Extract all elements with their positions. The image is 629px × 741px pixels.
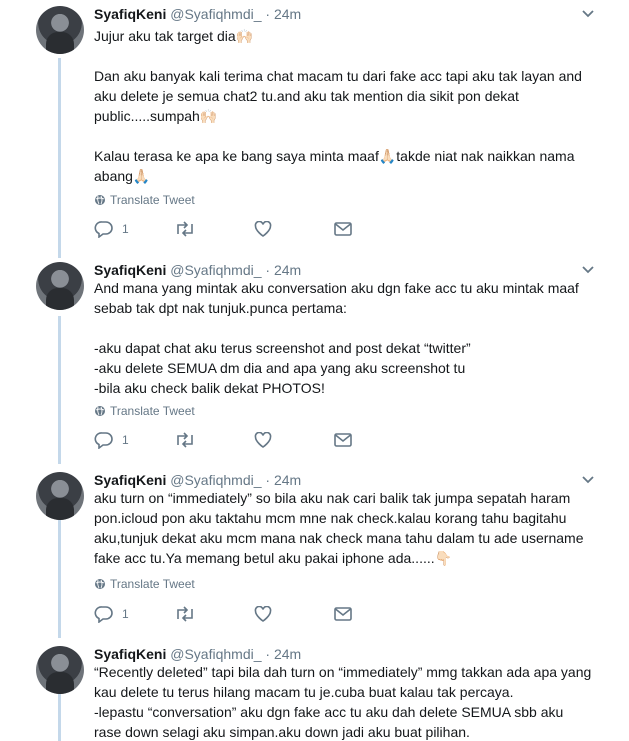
reply-count: 1 [122,222,129,236]
tweet-header: SyafiqKeni @Syafiqhmdi_ · 24m [94,6,301,22]
avatar[interactable] [36,262,84,310]
tweet-paragraph: And mana yang mintak aku conversation ak… [94,280,583,316]
dm-icon [334,222,352,236]
tweet-header: SyafiqKeni @Syafiqhmdi_ · 24m [94,262,301,278]
tweet-paragraph: aku turn on “immediately” so bila aku na… [94,490,588,566]
timestamp[interactable]: · 24m [265,646,301,662]
user-handle[interactable]: @Syafiqhmdi_ [170,646,261,662]
retweet-icon [177,221,193,237]
tweet-paragraph: Jujur aku tak target dia🙌🏻 [94,28,254,44]
retweet-button[interactable] [174,221,254,237]
translate-label: Translate Tweet [110,193,195,207]
reply-icon [94,221,113,238]
globe-icon [95,195,105,205]
translate-label: Translate Tweet [110,577,195,591]
user-handle[interactable]: @Syafiqhmdi_ [170,262,261,278]
avatar[interactable] [36,472,84,520]
retweet-button[interactable] [174,606,254,622]
dm-icon [334,607,352,621]
tweet-paragraph: Kalau terasa ke apa ke bang saya minta m… [94,148,579,184]
tweet-text: aku turn on “immediately” so bila aku na… [94,488,594,568]
user-handle[interactable]: @Syafiqhmdi_ [170,6,261,22]
reply-button[interactable]: 1 [94,220,174,238]
retweet-icon [177,606,193,622]
tweet-text: And mana yang mintak aku conversation ak… [94,278,594,398]
dm-button[interactable] [334,222,414,236]
like-icon [254,221,272,237]
tweet-actions: 1 [94,220,414,238]
dm-icon [334,433,352,447]
reply-button[interactable]: 1 [94,431,174,449]
translate-label: Translate Tweet [110,404,195,418]
tweet-header: SyafiqKeni @Syafiqhmdi_ · 24m [94,646,301,662]
caret-down-icon[interactable] [580,474,596,486]
retweet-icon [177,432,193,448]
dm-button[interactable] [334,433,414,447]
reply-count: 1 [122,607,129,621]
avatar[interactable] [36,646,84,694]
tweet-text: Jujur aku tak target dia🙌🏻 Dan aku banya… [94,26,594,186]
tweet-paragraph: Dan aku banyak kali terima chat macam tu… [94,68,586,124]
tweet-actions: 1 [94,431,414,449]
display-name[interactable]: SyafiqKeni [94,262,166,278]
tweet-actions: 1 [94,605,414,623]
display-name[interactable]: SyafiqKeni [94,472,166,488]
translate-tweet-link[interactable]: Translate Tweet [94,577,195,591]
timestamp[interactable]: · 24m [265,472,301,488]
translate-tweet-link[interactable]: Translate Tweet [94,193,195,207]
like-button[interactable] [254,606,334,622]
retweet-button[interactable] [174,432,254,448]
user-handle[interactable]: @Syafiqhmdi_ [170,472,261,488]
display-name[interactable]: SyafiqKeni [94,6,166,22]
tweet-header: SyafiqKeni @Syafiqhmdi_ · 24m [94,472,301,488]
reply-icon [94,606,113,623]
like-icon [254,606,272,622]
tweet[interactable]: SyafiqKeni @Syafiqhmdi_ · 24m aku turn o… [0,466,629,630]
globe-icon [95,406,105,416]
tweet[interactable]: SyafiqKeni @Syafiqhmdi_ · 24m And mana y… [0,256,629,460]
display-name[interactable]: SyafiqKeni [94,646,166,662]
caret-down-icon[interactable] [580,8,596,20]
tweet-paragraph: -aku dapat chat aku terus screenshot and… [94,340,471,396]
tweet-text: “Recently deleted” tapi bila dah turn on… [94,662,594,741]
like-button[interactable] [254,221,334,237]
reply-button[interactable]: 1 [94,605,174,623]
reply-icon [94,432,113,449]
like-icon [254,432,272,448]
reply-count: 1 [122,433,129,447]
like-button[interactable] [254,432,334,448]
caret-down-icon[interactable] [580,264,596,276]
globe-icon [95,579,105,589]
tweet[interactable]: SyafiqKeni @Syafiqhmdi_ · 24m “Recently … [0,640,629,741]
translate-tweet-link[interactable]: Translate Tweet [94,404,195,418]
tweet-paragraph: “Recently deleted” tapi bila dah turn on… [94,664,592,740]
tweet[interactable]: SyafiqKeni @Syafiqhmdi_ · 24m Jujur aku … [0,0,629,252]
timestamp[interactable]: · 24m [265,262,301,278]
timestamp[interactable]: · 24m [265,6,301,22]
dm-button[interactable] [334,607,414,621]
avatar[interactable] [36,6,84,54]
